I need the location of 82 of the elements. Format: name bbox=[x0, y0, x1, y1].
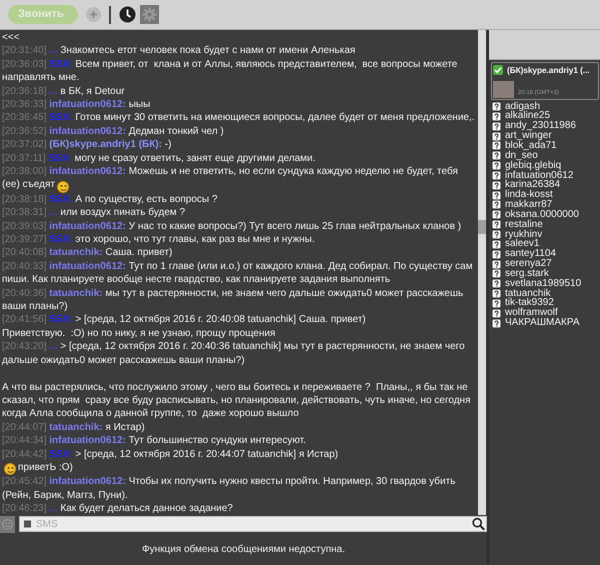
chat-message: [20:39:03] infatuation0612: У нас то какие вопросы?) Тут всего лишь 25 глав нейтральных кланов ) bbox=[2, 220, 462, 234]
contact-item[interactable]: blok_ada71 bbox=[505, 140, 557, 151]
emoji-button[interactable] bbox=[0, 516, 15, 532]
chat-message: [20:38:18] SSX: А по существу, есть вопросы ? bbox=[2, 192, 218, 206]
unknown-status-icon bbox=[492, 161, 501, 170]
chat-message: [20:40:36] tatuanchik: мы тут в растерянности, не знаем чего дальше ожидать0 может расскажешь ваши планы?) bbox=[2, 286, 464, 314]
chat-message: [20:37:02] (БК)skype.andriy1 (БК): -) bbox=[2, 138, 172, 152]
unknown-status-icon bbox=[492, 102, 501, 112]
chat-message: [20:36:52] infatuation0612: Дедман тонкий чел ) bbox=[2, 124, 225, 138]
unknown-status-icon bbox=[492, 230, 501, 239]
chat-message: [20:36:03] SSX: Всем привет, от клана и от Аллы, являюсь представителем, все вопросы можете направлять мне. bbox=[2, 58, 458, 85]
contact-item[interactable]: serenya27 bbox=[505, 259, 552, 269]
plus-icon bbox=[88, 10, 98, 19]
unknown-status-icon bbox=[492, 200, 501, 210]
unknown-status-icon bbox=[492, 318, 501, 328]
unknown-status-icon bbox=[492, 132, 501, 141]
chat-message: [20:41:56] SSX: > [среда, 12 октября 2016 г. 20:40:08 tatuanchik] Саша. привет) Приветствую. :O) но по нику, я не узнаю, прощу прощения bbox=[2, 313, 367, 340]
search-icon[interactable] bbox=[472, 518, 485, 530]
unknown-status-icon bbox=[492, 260, 501, 269]
square-icon bbox=[24, 520, 31, 528]
chat-message: [20:36:33] infatuation0612: ыыы bbox=[2, 98, 152, 112]
clock-icon[interactable] bbox=[118, 6, 136, 23]
chat-message: [20:44:07] tatuanchik: я Истар) bbox=[2, 420, 146, 434]
unknown-status-icon bbox=[492, 151, 501, 160]
chat-message: [20:44:34] infatuation0612: Тут большинство сундуки интересуют. bbox=[2, 434, 307, 448]
contact-item[interactable]: alkaline25 bbox=[505, 111, 550, 122]
status-message: Функция обмена сообщениями недоступна. bbox=[142, 542, 345, 556]
contact-item[interactable]: svetlana1989510 bbox=[505, 278, 582, 289]
contact-item[interactable]: serg.stark bbox=[505, 268, 549, 279]
unknown-status-icon bbox=[492, 180, 501, 190]
chat-message: [20:38:31] ... или воздух пинать будем ? bbox=[2, 206, 186, 220]
unknown-status-icon bbox=[492, 141, 501, 150]
chat-message: [20:46:23] ... Как будет делаться данное задание? bbox=[2, 502, 234, 516]
unknown-status-icon bbox=[492, 210, 501, 220]
unknown-status-icon bbox=[492, 289, 501, 298]
contact-item[interactable]: karina26384 bbox=[505, 180, 560, 190]
scrollbar[interactable] bbox=[478, 30, 486, 515]
unknown-status-icon bbox=[492, 190, 501, 200]
unknown-status-icon bbox=[492, 250, 501, 259]
contact-item[interactable]: adigash bbox=[505, 102, 540, 112]
contact-item[interactable]: glebiq.glebiq bbox=[505, 160, 562, 171]
chat-message: [20:38:00] infatuation0612: Можешь и не ответить, но если сундука каждую неделю не будет, тебя (ее) съедят bbox=[2, 165, 478, 193]
contact-name: (БК)skype.andriy1 (... bbox=[507, 64, 590, 77]
smiley-icon bbox=[56, 180, 69, 193]
contact-item[interactable]: linda-kosst bbox=[505, 190, 553, 200]
unknown-status-icon bbox=[492, 298, 501, 308]
chat-message: [20:31:40] ... Знакомтесь етот человек пока будет с нами от имени Аленькая bbox=[2, 44, 356, 58]
contact-item[interactable]: dn_seo bbox=[505, 150, 538, 161]
chat-message: [20:39:27] SSX: это хорошо, что тут главы, как раз вы мне и нужны. bbox=[2, 233, 316, 246]
unknown-status-icon bbox=[492, 240, 501, 249]
contact-item[interactable]: oksana.0000000 bbox=[505, 210, 579, 220]
contact-item[interactable]: makkarr87 bbox=[505, 200, 552, 210]
history-link[interactable]: <<< bbox=[2, 31, 20, 44]
chat-message: [20:36:45] SSX: Готов минут 30 ответить на имеющиеся вопросы, далее будет от меня предложение,. bbox=[2, 111, 476, 125]
contact-item[interactable]: andy_23011986 bbox=[505, 121, 576, 132]
scrollbar-thumb[interactable] bbox=[478, 220, 486, 234]
contact-item[interactable]: art_winger bbox=[505, 131, 552, 141]
contact-item[interactable]: tatuanchik bbox=[505, 288, 551, 298]
unknown-status-icon bbox=[492, 122, 501, 131]
chat-message: [20:37:11] SSX: могу не сразу ответить, занят еще другими делами. bbox=[2, 152, 316, 166]
contact-item[interactable]: ryukhinv bbox=[505, 230, 542, 240]
contact-item[interactable]: saleev1 bbox=[505, 239, 540, 250]
photo-placeholder bbox=[493, 80, 514, 98]
chat-message: [20:40:08] tatuanchik: Саша. привет) bbox=[2, 246, 174, 260]
chat-message: [20:45:42] infatuation0612: Чтобы их получить нужно квесты пройти. Например, 30 гвардов убить (Рейн, Барик, Маггз, Пуни). bbox=[2, 475, 456, 502]
message-input[interactable]: SMS bbox=[19, 516, 487, 532]
add-button[interactable] bbox=[86, 7, 101, 22]
contact-item[interactable]: infatuation0612 bbox=[505, 170, 574, 180]
contact-item[interactable]: tik-tak9392 bbox=[505, 298, 554, 308]
unknown-status-icon bbox=[492, 308, 501, 318]
unknown-status-icon bbox=[492, 269, 501, 278]
contact-item[interactable]: santey1104 bbox=[505, 249, 556, 260]
smiley-icon bbox=[4, 463, 16, 476]
chat-message: [20:36:18] ... в БК, я Detour bbox=[2, 84, 126, 98]
chat-message: [20:44:42] SSX: > [среда, 12 октября 2016 г. 20:44:07 tatuanchik] я Истар) приветЬ :O) bbox=[2, 448, 478, 476]
unknown-status-icon bbox=[492, 170, 501, 180]
unknown-status-icon bbox=[492, 220, 501, 230]
contact-item[interactable]: ЧАКРАШМАКРА bbox=[505, 318, 580, 328]
unknown-status-icon bbox=[492, 279, 501, 288]
unknown-status-icon bbox=[492, 112, 501, 121]
contact-item[interactable]: restaline bbox=[505, 220, 543, 230]
contact-item[interactable]: wolframwolf bbox=[505, 308, 558, 318]
